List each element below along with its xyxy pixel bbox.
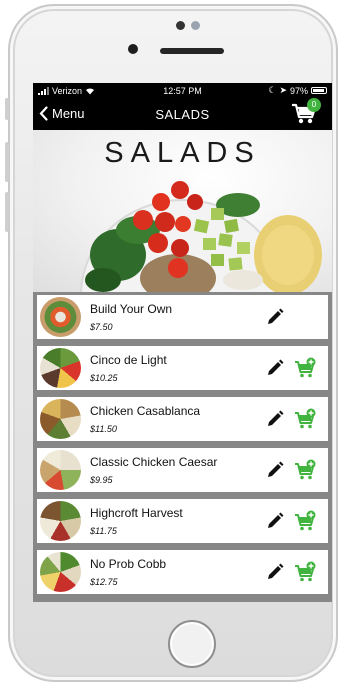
list-item[interactable]: Chicken Casablanca $11.50 [37, 397, 328, 441]
list-item[interactable]: No Prob Cobb $12.75 [37, 550, 328, 594]
item-thumbnail [40, 399, 81, 439]
proximity-sensor [176, 21, 185, 30]
item-price: $11.75 [90, 526, 117, 536]
hero-banner: SALADS [33, 130, 332, 292]
list-item[interactable]: Highcroft Harvest $11.75 [37, 499, 328, 543]
list-item[interactable]: Cinco de Light $10.25 [37, 346, 328, 390]
edit-button[interactable] [266, 563, 284, 581]
item-price: $9.95 [90, 475, 113, 485]
page-title: SALADS [155, 107, 210, 122]
pencil-icon [268, 410, 284, 426]
status-time: 12:57 PM [163, 85, 202, 96]
cart-plus-icon [295, 459, 316, 480]
pencil-icon [268, 461, 284, 477]
item-thumbnail [40, 501, 81, 541]
edit-button[interactable] [266, 359, 284, 377]
status-bar: Verizon 12:57 PM ☾ ➤ 97% [33, 83, 332, 98]
item-name: Cinco de Light [90, 353, 167, 367]
add-to-cart-button[interactable] [294, 459, 316, 481]
item-name: No Prob Cobb [90, 557, 167, 571]
item-price: $11.50 [90, 424, 117, 434]
cart-count-badge: 0 [307, 98, 321, 112]
volume-down-button [5, 192, 9, 232]
cart-plus-icon [295, 357, 316, 378]
item-name: Highcroft Harvest [90, 506, 183, 520]
item-name: Classic Chicken Caesar [90, 455, 218, 469]
add-to-cart-button[interactable] [294, 357, 316, 379]
item-price: $10.25 [90, 373, 118, 383]
pencil-icon [268, 308, 284, 324]
app-screen: Verizon 12:57 PM ☾ ➤ 97% Menu SALADS 0 S… [33, 83, 332, 602]
item-thumbnail [40, 348, 81, 388]
cart-plus-icon [295, 561, 316, 582]
list-item[interactable]: Classic Chicken Caesar $9.95 [37, 448, 328, 492]
pencil-icon [268, 563, 284, 579]
front-sensor [191, 21, 200, 30]
edit-button[interactable] [266, 512, 284, 530]
edit-button[interactable] [266, 308, 284, 326]
item-thumbnail [40, 450, 81, 490]
add-to-cart-button[interactable] [294, 561, 316, 583]
home-button[interactable] [168, 620, 216, 668]
list-item[interactable]: Build Your Own $7.50 [37, 295, 328, 339]
pencil-icon [268, 359, 284, 375]
item-name: Chicken Casablanca [90, 404, 201, 418]
item-price: $12.75 [90, 577, 118, 587]
front-camera [128, 44, 138, 54]
cart-plus-icon [295, 408, 316, 429]
mute-switch [5, 98, 9, 120]
pencil-icon [268, 512, 284, 528]
battery-icon [311, 87, 327, 94]
edit-button[interactable] [266, 461, 284, 479]
cart-plus-icon [295, 510, 316, 531]
navigation-bar: Menu SALADS 0 [33, 98, 332, 130]
item-thumbnail [40, 552, 81, 592]
salad-bowl-image [80, 181, 322, 292]
item-thumbnail [40, 297, 81, 337]
item-price: $7.50 [90, 322, 113, 332]
item-name: Build Your Own [90, 302, 173, 316]
edit-button[interactable] [266, 410, 284, 428]
volume-up-button [5, 142, 9, 182]
add-to-cart-button[interactable] [294, 408, 316, 430]
earpiece-speaker [160, 48, 224, 54]
add-to-cart-button[interactable] [294, 510, 316, 532]
